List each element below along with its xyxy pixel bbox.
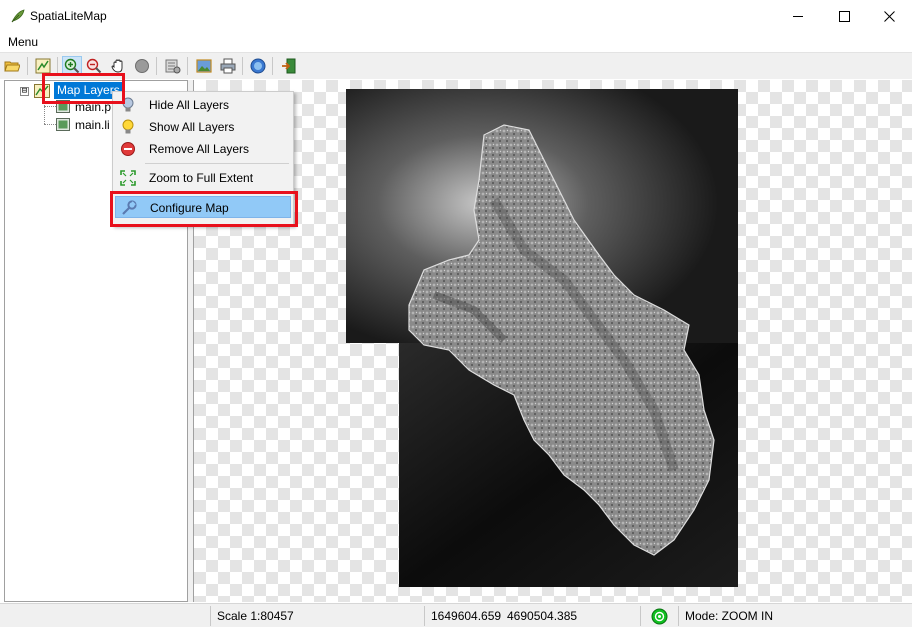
pan-hand-icon [111,59,123,73]
zoom-extent-icon [120,170,136,186]
menu-item-configure-map[interactable]: Configure Map [115,196,291,218]
open-button[interactable] [2,56,22,76]
minimize-button[interactable] [775,0,821,33]
wrench-icon [122,200,137,215]
menu-separator [145,163,289,164]
bulb-on-icon [122,119,134,134]
map-canvas[interactable] [193,80,912,602]
status-coord-x: 1649604.659 [431,609,502,623]
maximize-icon [838,11,850,22]
export-image-button[interactable] [194,56,214,76]
status-bar: Scale 1:80457 1649604.659 4690504.385 Mo… [0,603,912,627]
toolbar-separator [242,57,243,75]
toolbar [0,52,912,79]
layers-context-menu: Hide All Layers Show All Layers Remove A… [112,91,294,226]
menu-item-label: Show All Layers [149,120,235,134]
gps-status-icon [651,608,668,625]
print-button[interactable] [218,56,238,76]
layer-raster-icon [56,100,70,113]
layer-add-icon [35,58,51,74]
layer-raster-icon [56,118,70,131]
status-mode: Mode: ZOOM IN [685,609,774,623]
zoom-out-icon [86,58,102,74]
menu-item-hide-all-layers[interactable]: Hide All Layers [115,94,291,116]
menu-bar: Menu [0,33,912,52]
exit-button[interactable] [279,56,299,76]
tree-connector [44,106,56,107]
pan-button[interactable] [108,56,128,76]
close-button[interactable] [866,0,912,33]
tree-item-layer[interactable]: main.p [75,100,111,114]
help-icon [250,58,266,74]
menu-item-label: Remove All Layers [149,142,250,156]
toolbar-separator [27,57,28,75]
tree-connector [44,124,56,125]
map-layers-icon [34,84,50,98]
status-scale: Scale 1:80457 [217,609,294,623]
toolbar-separator [156,57,157,75]
menu-item-label: Configure Map [150,201,229,215]
print-icon [220,58,236,74]
menu-item-zoom-full-extent[interactable]: Zoom to Full Extent [115,167,291,189]
minimize-icon [792,16,803,17]
title-bar: SpatiaLiteMap [0,0,912,33]
tree-connector [44,98,45,124]
map-raster-image [346,89,738,587]
exit-icon [282,58,296,74]
menu-item-label: Hide All Layers [149,98,230,112]
identify-button[interactable] [132,56,152,76]
window-title: SpatiaLiteMap [30,9,107,23]
zoom-in-button[interactable] [62,56,82,76]
menu-item-label: Zoom to Full Extent [149,171,254,185]
menu-item-remove-all-layers[interactable]: Remove All Layers [115,138,291,160]
toolbar-separator [272,57,273,75]
remove-icon [121,142,135,156]
status-divider [210,606,211,626]
status-coord-y: 4690504.385 [507,609,578,623]
toolbar-separator [57,57,58,75]
status-divider [640,606,641,626]
help-button[interactable] [248,56,268,76]
maximize-button[interactable] [821,0,867,33]
zoom-out-button[interactable] [84,56,104,76]
bulb-off-icon [122,97,134,112]
settings-button[interactable] [163,56,183,76]
menu-item-menu[interactable]: Menu [8,35,38,49]
image-export-icon [196,59,212,73]
identify-icon [135,59,149,73]
tree-item-layer[interactable]: main.li [75,118,110,132]
toolbar-separator [187,57,188,75]
add-layer-button[interactable] [33,56,53,76]
open-folder-icon [4,61,20,72]
tree-collapse-toggle[interactable]: ⊟ [20,87,29,96]
close-icon [883,11,895,22]
zoom-in-icon [64,58,80,74]
app-feather-icon [11,9,25,23]
settings-icon [165,59,181,74]
status-divider [424,606,425,626]
status-divider [678,606,679,626]
menu-item-show-all-layers[interactable]: Show All Layers [115,116,291,138]
